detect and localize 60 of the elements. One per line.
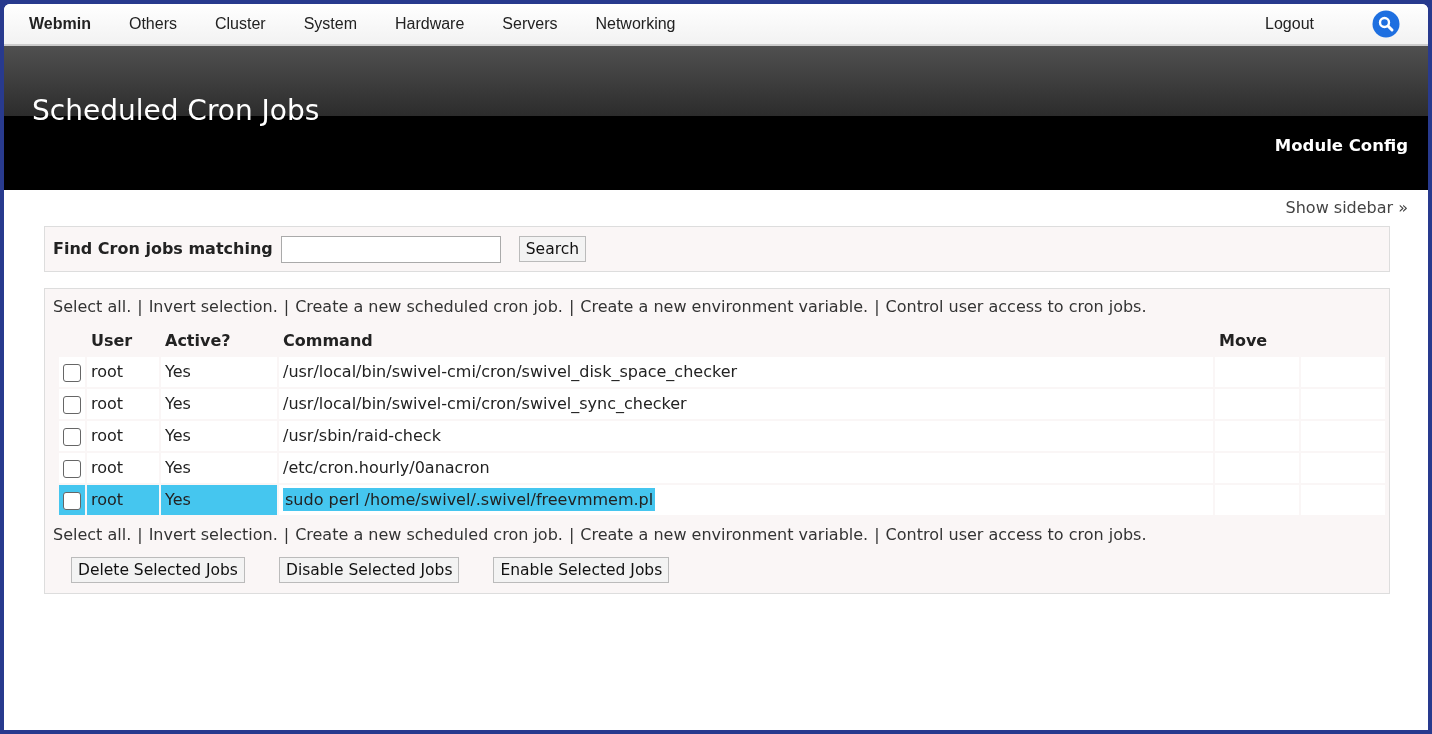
column-header: Move (1218, 330, 1269, 352)
search-icon[interactable] (1372, 10, 1400, 38)
action-link[interactable]: Create a new environment variable. (580, 525, 869, 544)
table-cell: root (87, 421, 159, 451)
column-header: Command (282, 330, 374, 352)
nav-menu-item[interactable]: Servers (502, 12, 558, 36)
link-separator: | (568, 297, 575, 316)
action-button[interactable]: Disable Selected Jobs (278, 557, 460, 583)
action-link[interactable]: Select all. (53, 525, 132, 544)
table-cell: Yes (161, 357, 277, 387)
table-cell: root (87, 357, 159, 387)
logout-link[interactable]: Logout (1265, 12, 1314, 36)
link-separator: | (874, 297, 880, 316)
link-separator: | (137, 297, 143, 316)
table-cell: root (87, 389, 159, 419)
column-header: Active? (164, 330, 232, 352)
table-cell: Yes (161, 421, 277, 451)
table-cell: root (87, 453, 159, 483)
link-separator: | (283, 525, 290, 544)
table-cell: /etc/cron.hourly/0anacron (283, 458, 490, 477)
action-button[interactable]: Delete Selected Jobs (71, 557, 245, 583)
action-button[interactable]: Enable Selected Jobs (493, 557, 670, 583)
table-cell: Yes (161, 389, 277, 419)
table-cell: Yes (161, 453, 277, 483)
row-checkbox[interactable] (63, 363, 81, 382)
row-checkbox[interactable] (63, 395, 81, 414)
nav-menu-item[interactable]: System (303, 12, 357, 36)
nav-menu-item[interactable]: Networking (595, 12, 676, 36)
search-button[interactable]: Search (518, 236, 587, 262)
table-cell: /usr/sbin/raid-check (283, 426, 441, 445)
action-link[interactable]: Create a new scheduled cron job. (295, 297, 563, 316)
search-label: Find Cron jobs matching (53, 238, 273, 260)
column-header: User (90, 330, 134, 352)
page-title: Scheduled Cron Jobs (32, 94, 321, 128)
row-checkbox[interactable] (63, 427, 81, 446)
link-separator: | (568, 525, 575, 544)
nav-menu-item[interactable]: Webmin (29, 12, 91, 36)
action-link[interactable]: Invert selection. (148, 297, 278, 316)
action-link[interactable]: Control user access to cron jobs. (885, 525, 1147, 544)
link-separator: | (874, 525, 880, 544)
row-checkbox[interactable] (63, 459, 81, 478)
row-checkbox[interactable] (63, 491, 81, 510)
table-cell: Yes (161, 485, 277, 515)
table-cell: sudo perl /home/swivel/.swivel/freevmmem.pl (283, 488, 656, 511)
module-config-link[interactable]: Module Config (1274, 134, 1408, 159)
nav-menu-item[interactable]: Cluster (214, 12, 266, 36)
action-link[interactable]: Select all. (53, 297, 132, 316)
table-cell: /usr/local/bin/swivel-cmi/cron/swivel_sync_checker (283, 394, 687, 413)
table-cell: /usr/local/bin/swivel-cmi/cron/swivel_disk_space_checker (283, 362, 738, 381)
link-separator: | (283, 297, 290, 316)
action-link[interactable]: Create a new scheduled cron job. (295, 525, 563, 544)
action-link[interactable]: Invert selection. (148, 525, 278, 544)
link-separator: | (137, 525, 143, 544)
nav-menu-item[interactable]: Hardware (395, 12, 465, 36)
show-sidebar-link[interactable]: Show sidebar » (1285, 196, 1408, 220)
search-field[interactable] (280, 235, 501, 263)
table-cell: root (87, 485, 159, 515)
action-link[interactable]: Create a new environment variable. (580, 297, 869, 316)
nav-menu-item[interactable]: Others (128, 12, 177, 36)
action-link[interactable]: Control user access to cron jobs. (885, 297, 1147, 316)
